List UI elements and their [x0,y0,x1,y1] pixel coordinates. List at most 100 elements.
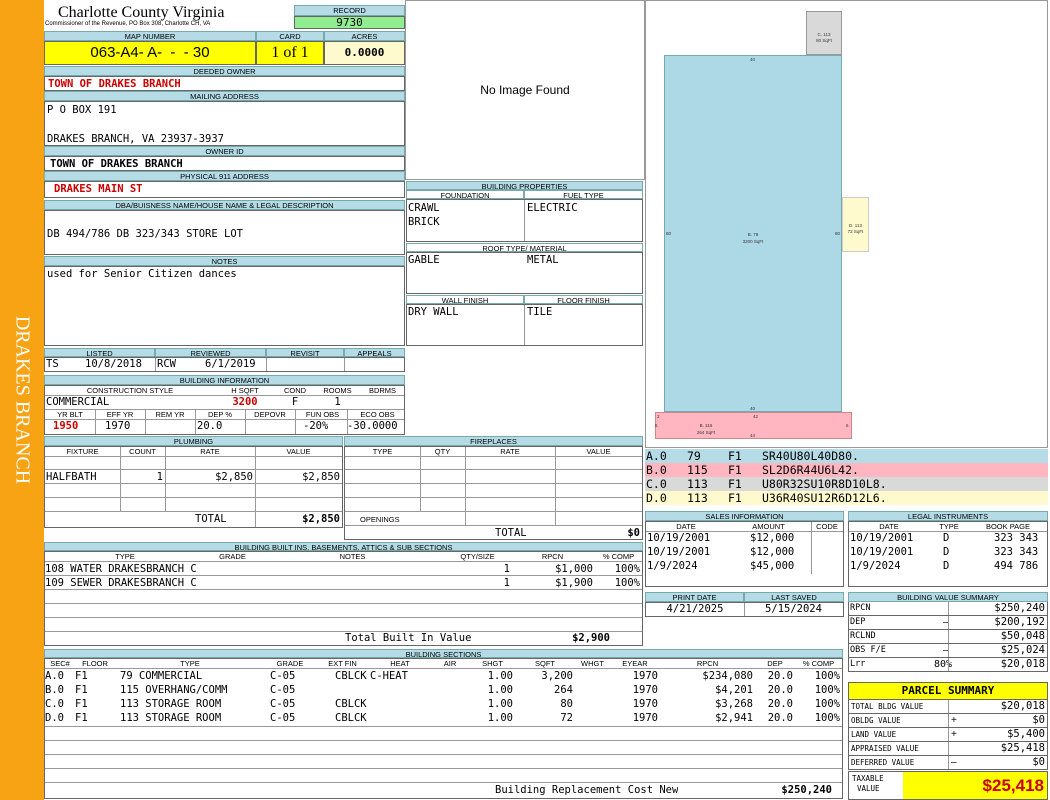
legal-book: 494 786 [994,560,1039,572]
builtins-total-label: Total Built In Value [345,632,472,644]
notes: used for Senior Citizen dances [44,266,405,346]
listed-header: LISTED [44,348,155,357]
section-cell: 1.00 [487,670,513,682]
code-number: 113 [687,491,708,505]
yrblt-label: YR BLT [57,410,83,419]
plumbing-total-label: TOTAL [195,513,227,525]
plumbing-count: 1 [156,471,163,483]
value-summary-value: $200,192 [994,616,1045,628]
card-header: CARD [256,31,324,41]
section-cell: 20.0 [767,670,793,682]
effective-year: 1970 [105,420,131,432]
section-cell: $2,941 [715,712,753,724]
section-cell: 1970 [632,670,658,682]
no-image-text: No Image Found [480,83,570,97]
sketch-code-row: A.0 79 F1 SR40U80L40D80. [645,449,1048,463]
builtin-qty: 1 [503,563,510,575]
sale-date: 10/19/2001 [647,532,711,544]
plumbing-total: $2,850 [302,513,340,525]
print-date-header: PRINT DATE [645,592,744,602]
builtin-rpcn: $1,900 [555,577,593,589]
building-sketch: C. 113 80 SqFt B. 79 3200 SqFt D. 113 72… [645,0,1048,448]
value-summary-sign: – [942,645,949,656]
section-cell: C-05 [270,670,296,682]
funobs-label: FUN OBS [305,410,340,419]
last-saved-date: 5/15/2024 [765,603,822,615]
sketch-b-label: B. 115 [699,423,713,428]
value-summary-sign: – [942,617,949,628]
code-number: 113 [687,477,708,491]
sketch-code-row: B.0 115 F1 SL2D6R44U6L42. [645,463,1048,477]
foundation-header: FOUNDATION [406,190,524,199]
deeded-owner: TOWN OF DRAKES BRANCH [44,76,405,91]
listed-by: TS [46,358,59,370]
floor-finish-header: FLOOR FINISH [524,295,643,304]
fireplace-h-value: VALUE [586,447,611,456]
sections-col-header: % COMP [802,659,835,668]
foundation-1: CRAWL [408,202,440,214]
last-saved-header: LAST SAVED [744,592,844,602]
construction-style: COMMERCIAL [46,396,110,408]
acres-header: ACRES [324,31,405,41]
sections-head-row: SEC# FLOOR TYPE GRADE EXT FIN HEAT AIR SHGT SQFT… [45,659,842,669]
depreciation: 20.0 [197,420,223,432]
physical-address: DRAKES MAIN ST [44,181,405,198]
building-sections-table: SEC# FLOOR TYPE GRADE EXT FIN HEAT AIR SHGT SQFT… [44,658,843,799]
remyr-label: REM YR [155,410,185,419]
building-info-box: CONSTRUCTION STYLE H SQFT COND ROOMS BDR… [44,385,405,435]
sketch-section-a: B. 79 3200 SqFt [664,55,842,412]
foundation-2: BRICK [408,216,440,228]
legal-instruments-header: LEGAL INSTRUMENTS [848,511,1048,521]
effyr-label: EFF YR [106,410,134,419]
builtins-h-rpcn: RPCN [541,552,564,561]
value-summary-row: Lrr 80% $20,018 [848,658,1048,672]
section-cell: C-05 [270,698,296,710]
mailing-line-1: P O BOX 191 [47,104,117,116]
economic-obs: -30.0000 [347,420,398,432]
hsqft-label: H SQFT [231,386,259,395]
legal-description-header: DBA/BUISNESS NAME/HOUSE NAME & LEGAL DES… [44,200,405,210]
sketch-a-label: B. 79 [747,232,759,237]
owner-id: TOWN OF DRAKES BRANCH [44,156,405,171]
fireplaces-table: TYPE QTY RATE VALUE OPENINGS TOTAL $0 [344,446,643,540]
sketch-codes: A.0 79 F1 SR40U80L40D80. B.0 115 F1 SL2D6R44U6L… [645,448,1048,508]
mailing-address-header: MAILING ADDRESS [44,91,405,101]
sale-amount: $12,000 [750,546,795,558]
legal-date: 10/19/2001 [850,532,914,544]
parcel-summary-header: PARCEL SUMMARY [848,682,1048,700]
value-summary-row: RCLND $50,048 [848,630,1048,644]
review-row: TS 10/8/2018 RCW 6/1/2019 [44,357,405,372]
dim-2: 2 [657,414,660,419]
sections-col-header: GRADE [276,659,304,668]
sketch-code-row: C.0 113 F1 U80R32SU10R8D10L8. [645,477,1048,491]
builtin-comp: 100% [614,563,640,575]
dim-left: 80 [666,231,672,236]
building-info-header: BUILDING INFORMATION [44,375,405,385]
section-cell: C-05 [270,684,296,696]
section-cell: 3,200 [541,670,573,682]
section-cell: $4,201 [715,684,753,696]
parcel-summary-row: OBLDG VALUE + $0 [848,714,1048,728]
sales-h-amount: AMOUNT [752,522,785,531]
dep-label: DEP % [207,410,233,419]
section-cell: 100% [814,684,840,696]
parcel-label: APPRAISED VALUE [851,744,919,753]
property-photo: No Image Found [405,0,645,180]
parcel-label: TOTAL BLDG VALUE [851,702,924,711]
sections-col-header: EYEAR [622,659,648,668]
sales-h-code: CODE [816,522,838,531]
style-label: CONSTRUCTION STYLE [86,386,174,395]
fuel-type: ELECTRIC [527,202,578,214]
sections-col-header: SHGT [482,659,503,668]
sketch-b-area: 264 SqFt [696,430,716,435]
legal-h-type: TYPE [939,522,959,531]
sections-total: $250,240 [781,784,832,796]
sale-date: 1/9/2024 [647,560,698,572]
section-cell: F1 [75,670,88,682]
section-cell: F1 [75,698,88,710]
value-summary-value: $250,240 [994,602,1045,614]
sketch-a-area: 3200 SqFt [742,239,764,244]
sketch-d-area: 72 SqFt [847,229,864,234]
section-cell: 20.0 [767,684,793,696]
section-cell: F1 [75,712,88,724]
